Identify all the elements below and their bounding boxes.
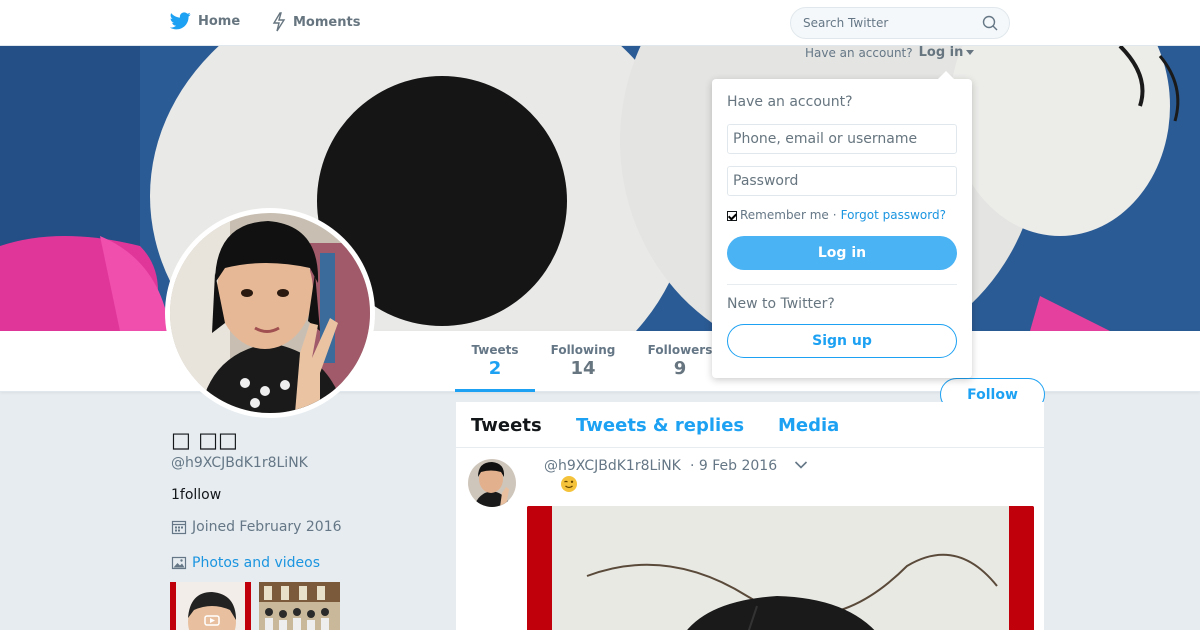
have-account-prompt: Have an account? Log in xyxy=(805,45,975,60)
stat-following-value: 14 xyxy=(570,358,596,379)
tweet-media-image xyxy=(527,506,1034,630)
login-dropdown-toggle[interactable]: Log in xyxy=(919,45,964,60)
thumbnail-image xyxy=(170,582,251,630)
photos-and-videos-label: Photos and videos xyxy=(192,555,321,571)
stat-tweets[interactable]: Tweets 2 xyxy=(455,343,535,392)
tweet-author-handle[interactable]: @h9XCJBdK1r8LiNK xyxy=(544,458,681,474)
winking-face-icon xyxy=(561,476,577,492)
search-box xyxy=(790,7,1010,39)
tweet-avatar[interactable] xyxy=(468,459,516,507)
password-field[interactable] xyxy=(727,166,957,196)
login-dropdown: Have an account? Remember me · Forgot pa… xyxy=(712,71,972,378)
avatar-image xyxy=(170,213,370,413)
divider xyxy=(727,284,957,285)
media-thumbnail[interactable] xyxy=(170,582,251,630)
stat-following[interactable]: Following 14 xyxy=(543,343,623,379)
image-icon xyxy=(171,556,187,570)
profile-joined: Joined February 2016 xyxy=(171,519,342,535)
stat-followers[interactable]: Followers 9 xyxy=(640,343,720,379)
nav-moments-label: Moments xyxy=(293,14,361,30)
timeline-tabs: Tweets Tweets & replies Media xyxy=(456,402,1044,448)
stat-following-label: Following xyxy=(550,343,616,357)
tweet-date[interactable]: · 9 Feb 2016 xyxy=(690,458,777,474)
remember-me-label[interactable]: Remember me xyxy=(740,208,829,222)
twitter-bird-icon xyxy=(170,12,191,30)
caret-down-icon xyxy=(966,50,975,55)
profile-joined-text: Joined February 2016 xyxy=(192,519,342,535)
profile-avatar[interactable] xyxy=(165,208,375,418)
profile-bio: 1follow xyxy=(171,487,222,503)
tab-tweets-and-replies[interactable]: Tweets & replies xyxy=(576,415,744,436)
nav-home[interactable]: Home xyxy=(170,12,240,30)
tab-tweets[interactable]: Tweets xyxy=(471,415,542,436)
top-nav: Home Moments xyxy=(0,0,1200,46)
signup-button[interactable]: Sign up xyxy=(727,324,957,358)
photos-and-videos-link[interactable]: Photos and videos xyxy=(171,555,320,571)
stat-tweets-label: Tweets xyxy=(471,343,519,357)
tweet-avatar-image xyxy=(468,459,516,507)
login-dropdown-title: Have an account? xyxy=(727,94,853,110)
tweet-text xyxy=(560,475,578,497)
calendar-icon xyxy=(171,520,187,535)
remember-me-row: Remember me · Forgot password? xyxy=(727,208,946,222)
login-button[interactable]: Log in xyxy=(727,236,957,270)
tweet-media[interactable] xyxy=(527,506,1034,630)
stat-tweets-value: 2 xyxy=(488,358,502,379)
chevron-down-icon[interactable] xyxy=(794,460,808,470)
tab-media[interactable]: Media xyxy=(778,415,839,436)
stat-followers-value: 9 xyxy=(673,358,687,379)
timeline: Tweets Tweets & replies Media @h9XCJBdK1… xyxy=(456,402,1044,630)
new-to-twitter-text: New to Twitter? xyxy=(727,296,835,312)
nav-moments[interactable]: Moments xyxy=(272,12,360,32)
media-thumbnail[interactable] xyxy=(259,582,340,630)
nav-home-label: Home xyxy=(198,13,241,29)
remember-me-checkbox[interactable] xyxy=(727,211,737,221)
search-icon[interactable] xyxy=(982,15,998,31)
profile-handle[interactable]: @h9XCJBdK1r8LiNK xyxy=(171,455,308,471)
profile-name[interactable]: □ □□ xyxy=(171,428,238,452)
stat-followers-label: Followers xyxy=(647,343,713,357)
separator-dot: · xyxy=(832,208,837,222)
username-field[interactable] xyxy=(727,124,957,154)
thumbnail-image xyxy=(259,582,340,630)
lightning-icon xyxy=(272,12,286,32)
search-input[interactable] xyxy=(803,16,973,30)
forgot-password-link[interactable]: Forgot password? xyxy=(841,208,946,222)
have-account-text: Have an account? xyxy=(805,45,913,60)
